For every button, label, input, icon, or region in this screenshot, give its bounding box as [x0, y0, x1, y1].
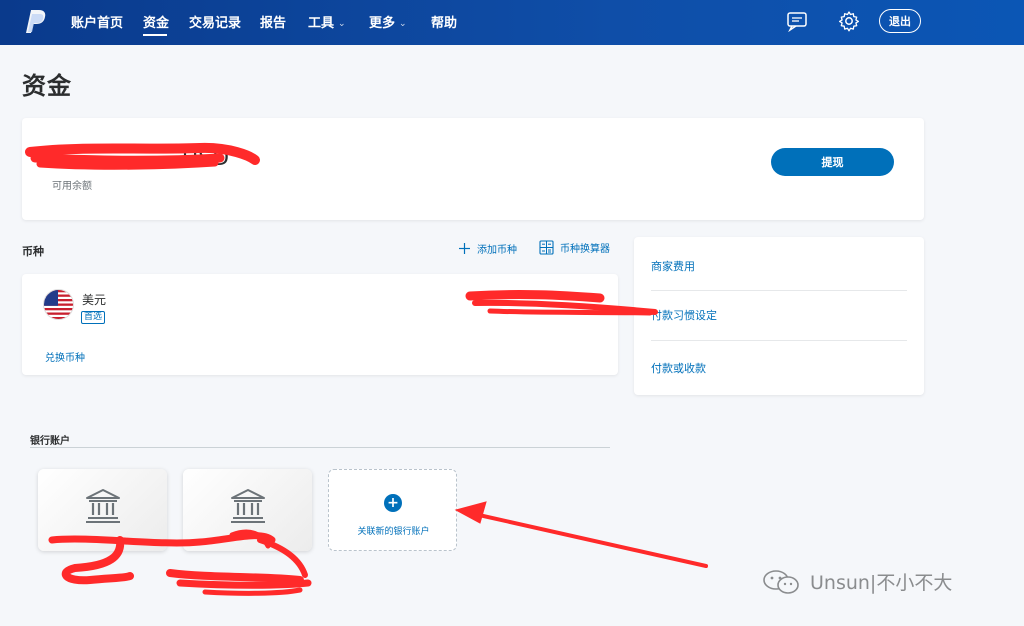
plus-icon	[459, 243, 470, 254]
link-new-bank-button[interactable]: + 关联新的银行账户	[328, 469, 457, 551]
us-flag-icon	[44, 290, 73, 319]
message-center-icon[interactable]	[786, 10, 808, 32]
bank-icon	[231, 489, 265, 523]
wechat-icon	[763, 569, 799, 594]
add-currency-link[interactable]: 添加币种	[458, 241, 517, 256]
balance-amount: USD	[182, 146, 230, 171]
link-new-bank-label: 关联新的银行账户	[357, 527, 430, 537]
nav-help[interactable]: 帮助	[431, 12, 457, 31]
currency-section-title: 币种	[22, 245, 44, 258]
balance-card: USD 可用余额 提现	[22, 118, 924, 220]
nav-reports[interactable]: 报告	[260, 12, 286, 31]
divider	[651, 340, 907, 341]
calculator-icon	[539, 240, 554, 255]
bank-accounts-title: 银行账户	[30, 436, 70, 447]
page-title: 资金	[22, 72, 72, 100]
bank-icon	[86, 489, 120, 523]
bank-account-tile[interactable]	[183, 469, 312, 551]
paypal-logo[interactable]	[26, 9, 48, 35]
bank-account-tile[interactable]	[38, 469, 167, 551]
watermark-text: Unsun|不小不大	[810, 572, 953, 594]
nav-funds[interactable]: 资金	[143, 12, 169, 31]
bank-section-divider	[30, 447, 610, 448]
chevron-down-icon: ⌄	[399, 19, 407, 29]
add-circle-icon: +	[384, 494, 402, 512]
nav-transactions[interactable]: 交易记录	[189, 12, 241, 31]
top-navigation-bar: 账户首页 资金 交易记录 报告 工具 ⌄ 更多 ⌄ 帮助 退出	[0, 0, 1024, 45]
chevron-down-icon: ⌄	[338, 19, 346, 29]
available-balance-label: 可用余额	[52, 181, 92, 192]
watermark: Unsun|不小不大	[762, 568, 952, 595]
nav-tools[interactable]: 工具 ⌄	[308, 12, 346, 31]
nav-active-indicator	[143, 34, 167, 36]
nav-account-home[interactable]: 账户首页	[71, 12, 123, 31]
currency-name: 美元	[82, 293, 107, 307]
divider	[651, 290, 907, 291]
side-links-card: 商家费用 付款习惯设定 付款或收款	[634, 237, 924, 395]
primary-badge: 首选	[81, 311, 106, 324]
arrow-annotation	[454, 501, 708, 568]
payment-preferences-link[interactable]: 付款习惯设定	[651, 307, 717, 323]
pay-or-receive-link[interactable]: 付款或收款	[651, 360, 706, 376]
merchant-fees-link[interactable]: 商家费用	[651, 258, 695, 274]
currency-calculator-link[interactable]: 币种换算器	[539, 240, 610, 255]
convert-currency-link[interactable]: 兑换币种	[45, 349, 85, 364]
settings-gear-icon[interactable]	[838, 10, 860, 32]
currency-card: 美元 首选 兑换币种	[22, 274, 618, 375]
nav-more[interactable]: 更多 ⌄	[369, 12, 407, 31]
logout-button[interactable]: 退出	[879, 9, 921, 33]
withdraw-button[interactable]: 提现	[771, 148, 894, 176]
